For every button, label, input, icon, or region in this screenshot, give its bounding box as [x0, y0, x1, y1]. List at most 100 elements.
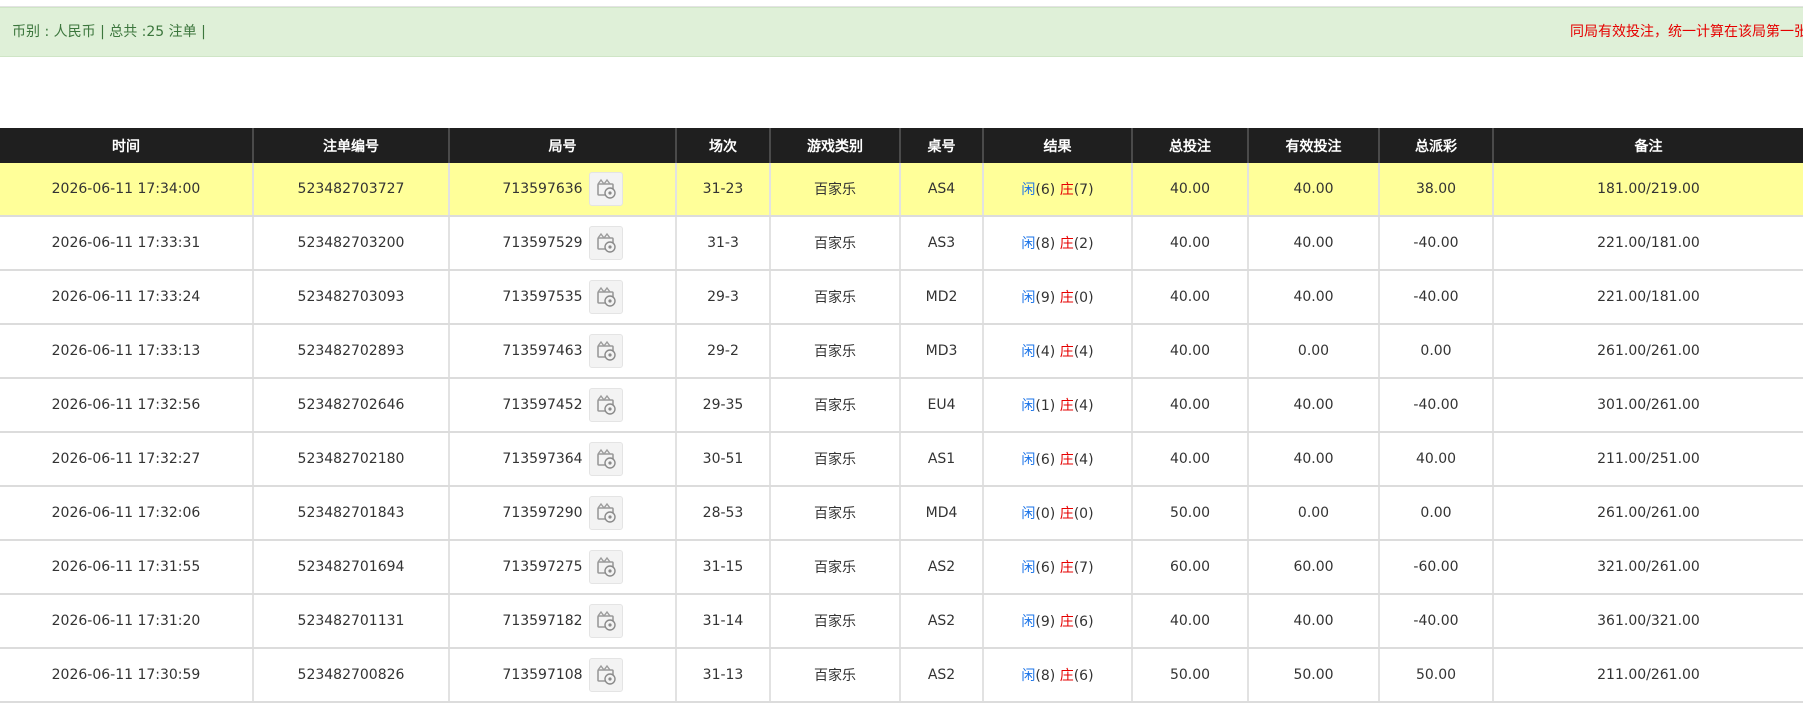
- cell-total-payout: 50.00: [1378, 648, 1493, 703]
- cell-game-type: 百家乐: [769, 378, 900, 433]
- cell-remark: 361.00/321.00: [1492, 594, 1803, 649]
- cell-game-type: 百家乐: [769, 432, 900, 487]
- video-replay-icon[interactable]: [588, 496, 623, 530]
- cell-total-bet: 60.00: [1131, 540, 1248, 595]
- video-replay-icon[interactable]: [588, 604, 623, 638]
- cell-round-number: 713597290: [448, 486, 676, 541]
- cell-result: 闲(8) 庄(6): [982, 648, 1132, 703]
- banker-label: 庄: [1059, 344, 1074, 360]
- cell-session: 29-3: [675, 270, 770, 325]
- video-replay-icon[interactable]: [588, 334, 623, 368]
- cell-total-bet: 40.00: [1131, 163, 1248, 217]
- player-label: 闲: [1021, 668, 1036, 684]
- video-replay-icon[interactable]: [588, 658, 623, 692]
- cell-session: 28-53: [675, 486, 770, 541]
- cell-table-number: MD2: [899, 270, 983, 325]
- video-replay-icon[interactable]: [588, 172, 623, 206]
- cell-game-type: 百家乐: [769, 216, 900, 271]
- cell-result: 闲(6) 庄(4): [982, 432, 1132, 487]
- cell-total-payout: 0.00: [1378, 486, 1493, 541]
- player-label: 闲: [1021, 182, 1036, 198]
- cell-valid-bet: 40.00: [1247, 378, 1379, 433]
- player-score: (9): [1035, 614, 1056, 630]
- cell-total-payout: -40.00: [1378, 270, 1493, 325]
- table-row: 2026-06-11 17:33:13 523482702893 713597463…: [0, 324, 1803, 379]
- cell-remark: 221.00/181.00: [1492, 270, 1803, 325]
- player-score: (6): [1035, 182, 1056, 198]
- video-replay-icon[interactable]: [588, 388, 623, 422]
- video-replay-icon[interactable]: [588, 280, 623, 314]
- player-label: 闲: [1021, 236, 1036, 252]
- cell-round-number: 713597535: [448, 270, 676, 325]
- banker-label: 庄: [1059, 668, 1074, 684]
- banker-score: (7): [1073, 182, 1094, 198]
- cell-total-payout: -40.00: [1378, 216, 1493, 271]
- banker-score: (0): [1073, 290, 1094, 306]
- cell-total-payout: -60.00: [1378, 540, 1493, 595]
- cell-remark: 211.00/261.00: [1492, 648, 1803, 703]
- round-number: 713597275: [502, 559, 583, 575]
- table-row: 2026-06-11 17:31:20 523482701131 713597182…: [0, 594, 1803, 649]
- cell-total-payout: 0.00: [1378, 324, 1493, 379]
- cell-result: 闲(9) 庄(0): [982, 270, 1132, 325]
- cell-total-bet: 50.00: [1131, 648, 1248, 703]
- cell-round-number: 713597108: [448, 648, 676, 703]
- top-divider: [0, 0, 1803, 7]
- cell-order-number: 523482701694: [252, 540, 449, 595]
- player-label: 闲: [1021, 398, 1036, 414]
- cell-total-payout: -40.00: [1378, 378, 1493, 433]
- summary-bar: 币别 : 人民币 | 总共 :25 注单 | 同局有效投注，统一计算在该局第一张: [0, 7, 1803, 57]
- cell-time: 2026-06-11 17:32:56: [0, 378, 253, 433]
- player-label: 闲: [1021, 560, 1036, 576]
- video-replay-icon[interactable]: [588, 442, 623, 476]
- banker-score: (4): [1073, 452, 1094, 468]
- cell-total-bet: 40.00: [1131, 324, 1248, 379]
- cell-order-number: 523482702180: [252, 432, 449, 487]
- video-replay-icon[interactable]: [588, 226, 623, 260]
- cell-order-number: 523482703200: [252, 216, 449, 271]
- player-label: 闲: [1021, 452, 1036, 468]
- cell-time: 2026-06-11 17:33:24: [0, 270, 253, 325]
- cell-table-number: AS2: [899, 594, 983, 649]
- banker-label: 庄: [1059, 236, 1074, 252]
- header-session: 场次: [675, 128, 770, 163]
- cell-time: 2026-06-11 17:30:59: [0, 648, 253, 703]
- cell-game-type: 百家乐: [769, 270, 900, 325]
- cell-total-bet: 40.00: [1131, 432, 1248, 487]
- cell-valid-bet: 60.00: [1247, 540, 1379, 595]
- cell-total-bet: 50.00: [1131, 486, 1248, 541]
- cell-total-payout: -40.00: [1378, 594, 1493, 649]
- cell-total-bet: 40.00: [1131, 594, 1248, 649]
- player-score: (8): [1035, 236, 1056, 252]
- header-round-number: 局号: [448, 128, 676, 163]
- cell-table-number: AS2: [899, 648, 983, 703]
- player-score: (1): [1035, 398, 1056, 414]
- cell-session: 31-3: [675, 216, 770, 271]
- cell-table-number: AS1: [899, 432, 983, 487]
- video-replay-icon[interactable]: [588, 550, 623, 584]
- cell-game-type: 百家乐: [769, 486, 900, 541]
- round-number: 713597290: [502, 505, 583, 521]
- cell-total-payout: 40.00: [1378, 432, 1493, 487]
- banker-label: 庄: [1059, 290, 1074, 306]
- player-label: 闲: [1021, 614, 1036, 630]
- table-row: 2026-06-11 17:33:24 523482703093 713597535…: [0, 270, 1803, 325]
- banker-score: (7): [1073, 560, 1094, 576]
- bet-records-table: 时间 注单编号 局号 场次 游戏类别 桌号 结果 总投注 有效投注 总派彩 备注…: [0, 128, 1803, 703]
- table-header-row: 时间 注单编号 局号 场次 游戏类别 桌号 结果 总投注 有效投注 总派彩 备注: [0, 128, 1803, 163]
- player-label: 闲: [1021, 506, 1036, 522]
- banker-label: 庄: [1059, 560, 1074, 576]
- banker-score: (6): [1073, 668, 1094, 684]
- cell-game-type: 百家乐: [769, 324, 900, 379]
- cell-result: 闲(1) 庄(4): [982, 378, 1132, 433]
- table-row: 2026-06-11 17:31:55 523482701694 713597275…: [0, 540, 1803, 595]
- header-remark: 备注: [1492, 128, 1803, 163]
- cell-valid-bet: 40.00: [1247, 432, 1379, 487]
- cell-order-number: 523482701843: [252, 486, 449, 541]
- round-number: 713597364: [502, 451, 583, 467]
- round-number: 713597182: [502, 613, 583, 629]
- banker-label: 庄: [1059, 452, 1074, 468]
- cell-round-number: 713597452: [448, 378, 676, 433]
- currency-summary: 币别 : 人民币 | 总共 :25 注单 |: [12, 24, 206, 40]
- cell-result: 闲(4) 庄(4): [982, 324, 1132, 379]
